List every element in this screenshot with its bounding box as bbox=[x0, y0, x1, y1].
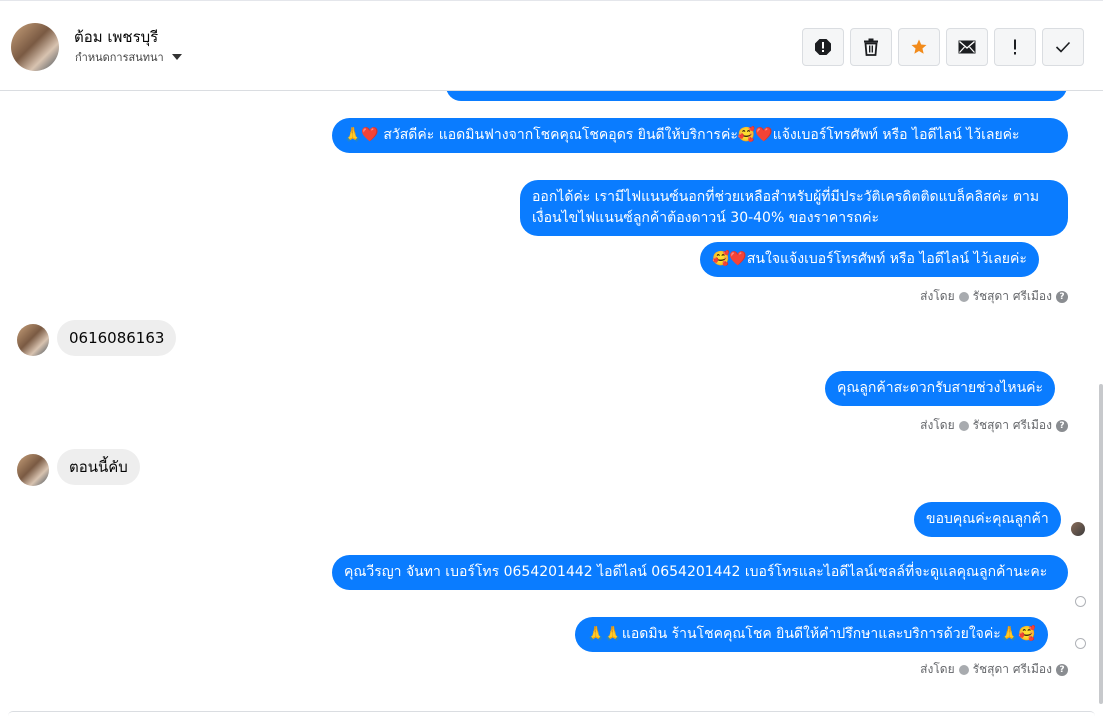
mail-icon bbox=[958, 40, 976, 54]
message-bubble-outgoing-clipped[interactable] bbox=[446, 91, 1067, 101]
message-bubble-outgoing[interactable]: คุณลูกค้าสะดวกรับสายช่วงไหนค่ะ bbox=[825, 371, 1056, 406]
scrollbar[interactable] bbox=[1099, 384, 1103, 704]
sent-by-label: ส่งโดย รัชสุดา ศรีเมือง ? bbox=[920, 416, 1068, 435]
report-spam-button[interactable] bbox=[802, 28, 844, 66]
help-icon[interactable]: ? bbox=[1056, 290, 1068, 303]
message-bubble-outgoing[interactable]: คุณวีรญา จันทา เบอร์โทร 0654201442 ไอดีไ… bbox=[332, 555, 1068, 590]
report-spam-icon bbox=[815, 39, 831, 55]
conversation-toolbar bbox=[802, 28, 1084, 66]
message-bubble-outgoing[interactable]: 🙏❤️ สวัสดีค่ะ แอดมินฟางจากโชคคุณโชคอุดร … bbox=[332, 118, 1068, 153]
message-bubble-outgoing[interactable]: 🙏🙏แอดมิน ร้านโชคคุณโชค ยินดีให้คำปรึกษาแ… bbox=[575, 617, 1048, 652]
help-icon[interactable]: ? bbox=[1056, 419, 1068, 432]
sent-by-agent: รัชสุดา ศรีเมือง bbox=[972, 662, 1052, 676]
contact-name[interactable]: ต้อม เพชรบุรี bbox=[74, 25, 158, 49]
star-button[interactable] bbox=[898, 28, 940, 66]
delete-button[interactable] bbox=[850, 28, 892, 66]
message-bubble-incoming[interactable]: 0616086163 bbox=[57, 320, 177, 356]
star-icon bbox=[911, 39, 927, 54]
sent-by-prefix: ส่งโดย bbox=[920, 662, 955, 676]
message-bubble-outgoing[interactable]: ออกได้ค่ะ เรามีไฟแนนซ์นอกที่ช่วยเหลือสำห… bbox=[520, 180, 1068, 236]
verified-icon bbox=[958, 420, 969, 431]
verified-icon bbox=[958, 291, 969, 302]
help-icon[interactable]: ? bbox=[1056, 663, 1068, 676]
mark-unread-button[interactable] bbox=[946, 28, 988, 66]
sent-by-agent: รัชสุดา ศรีเมือง bbox=[972, 289, 1052, 303]
message-bubble-outgoing[interactable]: ขอบคุณค่ะคุณลูกค้า bbox=[914, 502, 1061, 537]
sent-by-label: ส่งโดย รัชสุดา ศรีเมือง ? bbox=[920, 660, 1068, 679]
composer-edge bbox=[8, 711, 1095, 716]
assign-conversation-dropdown[interactable]: กำหนดการสนทนา bbox=[75, 48, 182, 66]
verified-icon bbox=[958, 664, 969, 675]
seen-avatar bbox=[1071, 522, 1085, 536]
contact-avatar[interactable] bbox=[11, 23, 59, 71]
mark-important-button[interactable] bbox=[994, 28, 1036, 66]
checkmark-icon bbox=[1055, 41, 1071, 53]
message-bubble-incoming[interactable]: ตอนนี้คับ bbox=[57, 449, 140, 485]
sent-by-prefix: ส่งโดย bbox=[920, 289, 955, 303]
delivered-icon bbox=[1075, 638, 1086, 649]
delivered-icon bbox=[1075, 596, 1086, 607]
important-icon bbox=[1014, 39, 1016, 55]
message-thread[interactable]: 🙏❤️ สวัสดีค่ะ แอดมินฟางจากโชคคุณโชคอุดร … bbox=[0, 91, 1103, 711]
caret-down-icon bbox=[171, 54, 182, 60]
contact-avatar-small[interactable] bbox=[17, 324, 49, 356]
contact-avatar-small[interactable] bbox=[17, 454, 49, 486]
sent-by-label: ส่งโดย รัชสุดา ศรีเมือง ? bbox=[920, 287, 1068, 306]
trash-icon bbox=[864, 38, 878, 56]
assign-label: กำหนดการสนทนา bbox=[75, 51, 164, 64]
mark-done-button[interactable] bbox=[1042, 28, 1084, 66]
conversation-header: ต้อม เพชรบุรี กำหนดการสนทนา bbox=[0, 0, 1103, 91]
sent-by-agent: รัชสุดา ศรีเมือง bbox=[972, 418, 1052, 432]
message-bubble-outgoing[interactable]: 🥰❤️สนใจแจ้งเบอร์โทรศัพท์ หรือ ไอดีไลน์ ไ… bbox=[700, 242, 1039, 277]
sent-by-prefix: ส่งโดย bbox=[920, 418, 955, 432]
